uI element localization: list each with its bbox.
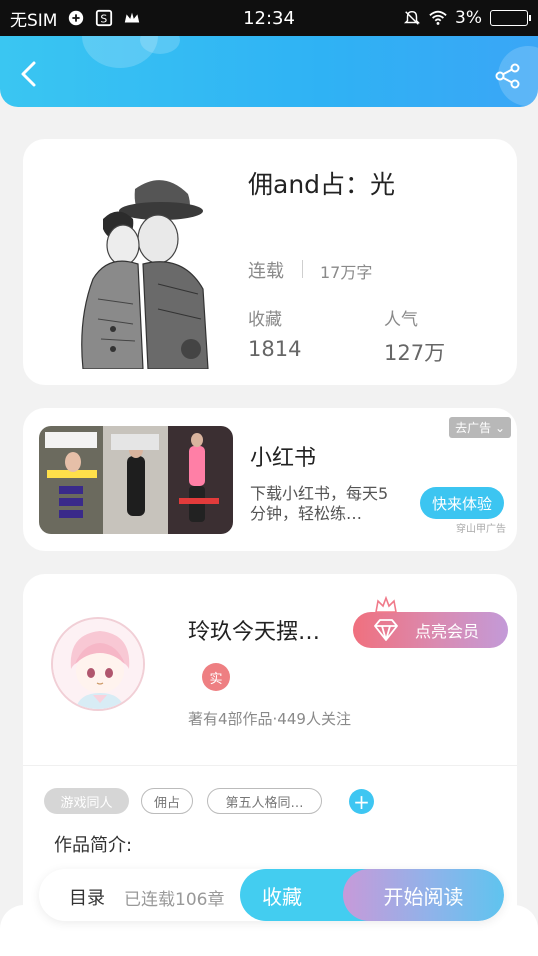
tag-item[interactable]: 佣占 xyxy=(141,788,193,814)
toc-button[interactable]: 目录 xyxy=(69,884,105,910)
ad-description: 下载小红书，每天5分钟，轻松练… xyxy=(250,484,389,523)
wifi-icon xyxy=(429,10,447,25)
carrier-label: 无SIM xyxy=(10,10,58,31)
share-icon xyxy=(495,63,520,89)
tag-category[interactable]: 游戏同人 xyxy=(44,788,129,814)
collect-label: 收藏 xyxy=(262,884,302,909)
chapter-count[interactable]: 已连载106章 xyxy=(124,885,224,910)
ad-title: 小红书 xyxy=(250,446,317,471)
chevron-left-icon xyxy=(21,61,36,87)
add-tag-button[interactable]: + xyxy=(349,789,374,814)
word-count: 17万字 xyxy=(320,263,373,282)
read-label: 开始阅读 xyxy=(383,884,464,909)
serial-status: 连载 xyxy=(248,261,284,282)
bottom-action-bar: 目录 已连载106章 收藏 开始阅读 xyxy=(39,869,504,921)
verified-badge: 实 xyxy=(202,663,230,691)
ad-collage xyxy=(39,426,233,534)
s-app-icon: S xyxy=(96,9,113,27)
plus-icon: + xyxy=(353,789,370,814)
crown-notification-icon xyxy=(125,12,140,23)
author-stats: 著有4部作品·449人关注 xyxy=(188,710,351,728)
share-button[interactable] xyxy=(494,62,522,90)
author-avatar[interactable] xyxy=(51,617,145,711)
book-title: 佣and占：光 xyxy=(248,170,396,199)
avatar-illustration xyxy=(53,619,143,709)
popularity-value: 127万 xyxy=(384,341,446,365)
battery-icon xyxy=(490,10,531,26)
vip-button-label: 点亮会员 xyxy=(415,622,480,641)
chevron-down-icon: ⌄ xyxy=(494,421,505,435)
start-reading-button[interactable]: 开始阅读 xyxy=(343,869,504,921)
diamond-icon xyxy=(374,619,398,641)
favorites-label: 收藏 xyxy=(248,310,282,330)
section-divider xyxy=(23,765,517,766)
battery-percent: 3% xyxy=(455,8,482,28)
tag-item[interactable]: 第五人格同… xyxy=(207,788,322,814)
popularity-label: 人气 xyxy=(384,310,418,330)
intro-heading: 作品简介: xyxy=(54,835,133,856)
svg-text:S: S xyxy=(101,13,108,26)
ad-card[interactable]: 去广告 ⌄ 小红书 下载小红书，每天5分钟，轻松练… 快来体验 穿山甲广告 xyxy=(23,408,517,551)
favorites-value: 1814 xyxy=(248,337,302,361)
remove-ad-label: 去广告 xyxy=(455,421,492,435)
remove-ad-button[interactable]: 去广告 ⌄ xyxy=(449,417,511,438)
crown-icon xyxy=(375,596,397,613)
top-header xyxy=(0,36,538,107)
book-info-card: 佣and占：光 连载 17万字 收藏 1814 人气 127万 xyxy=(23,139,517,385)
ad-source: 穿山甲广告 xyxy=(456,524,506,535)
book-cover-illustration[interactable] xyxy=(63,169,223,369)
status-divider xyxy=(302,260,303,278)
back-button[interactable] xyxy=(16,60,44,88)
app-notification-icon xyxy=(69,10,84,26)
status-bar: 无SIM S 12:34 3% xyxy=(0,0,538,36)
ad-cta-button[interactable]: 快来体验 xyxy=(420,487,504,519)
author-name[interactable]: 玲玖今天摆… xyxy=(188,614,320,646)
mute-icon xyxy=(403,10,421,25)
ad-image[interactable] xyxy=(39,426,233,534)
